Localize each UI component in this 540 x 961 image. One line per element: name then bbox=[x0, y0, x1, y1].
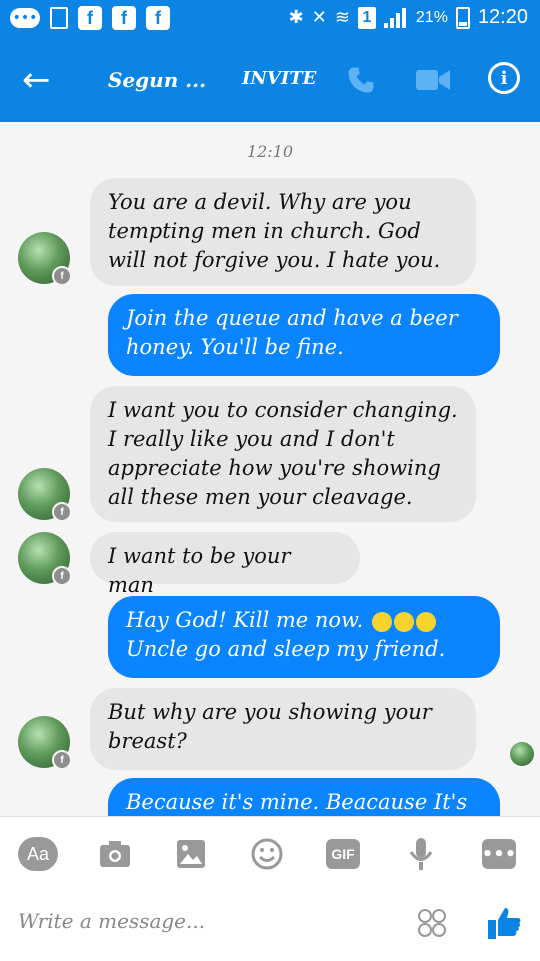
camera-icon[interactable] bbox=[98, 837, 132, 871]
composer: Aa GIF ••• Write a message... bbox=[0, 816, 540, 961]
image-icon[interactable] bbox=[176, 839, 206, 869]
battery-icon bbox=[455, 6, 470, 29]
conversation-header: ← Segun ... INVITE i bbox=[0, 38, 540, 122]
avatar[interactable]: f bbox=[18, 232, 72, 286]
sim-badge: 1 bbox=[357, 6, 376, 29]
message-text: Hay God! Kill me now. bbox=[126, 608, 364, 632]
facebook-badge-icon: f bbox=[52, 750, 72, 770]
outgoing-message[interactable]: Because it's mine. Beacause It's bbox=[108, 778, 500, 816]
facebook-notification-icon: f bbox=[146, 6, 170, 30]
facebook-badge-icon: f bbox=[52, 266, 72, 286]
download-notification-icon bbox=[50, 7, 68, 29]
incoming-message[interactable]: I want you to consider changing. I reall… bbox=[90, 386, 476, 522]
message-input-row: Write a message... bbox=[0, 905, 540, 945]
facebook-badge-icon: f bbox=[52, 502, 72, 522]
bluetooth-icon: ✱ bbox=[288, 7, 304, 27]
facebook-notification-icon: f bbox=[112, 6, 136, 30]
outgoing-message[interactable]: Join the queue and have a beer honey. Yo… bbox=[108, 294, 500, 376]
contact-name[interactable]: Segun ... bbox=[108, 68, 206, 92]
message-notification-icon: ••• bbox=[10, 8, 40, 28]
message-text: Uncle go and sleep my friend. bbox=[126, 637, 446, 661]
signal-icon bbox=[383, 7, 408, 28]
more-options-button[interactable]: ••• bbox=[482, 839, 516, 869]
timestamp: 12:10 bbox=[246, 142, 294, 161]
smiley-icon[interactable] bbox=[250, 837, 284, 871]
video-camera-icon[interactable] bbox=[416, 68, 450, 92]
battery-percent: 21% bbox=[415, 8, 448, 26]
grinning-sweat-emoji-icon bbox=[415, 611, 436, 632]
clock: 12:20 bbox=[477, 6, 528, 28]
status-bar: ••• f f f ✱ ✕ ≋ 1 21% 12:20 bbox=[0, 0, 540, 38]
text-format-button[interactable]: Aa bbox=[18, 837, 58, 871]
incoming-message[interactable]: You are a devil. Why are you tempting me… bbox=[90, 178, 476, 286]
outgoing-message[interactable]: Hay God! Kill me now. Uncle go and sleep… bbox=[108, 596, 500, 678]
arrow-left-icon[interactable]: ← bbox=[22, 60, 51, 100]
stickers-icon[interactable] bbox=[416, 907, 448, 939]
gif-button[interactable]: GIF bbox=[326, 839, 360, 869]
avatar[interactable]: f bbox=[18, 532, 72, 586]
avatar[interactable]: f bbox=[18, 468, 72, 522]
seen-indicator-avatar bbox=[510, 742, 534, 766]
grinning-sweat-emoji-icon bbox=[393, 611, 414, 632]
facebook-badge-icon: f bbox=[52, 566, 72, 586]
incoming-message[interactable]: But why are you showing your breast? bbox=[90, 688, 476, 770]
facebook-notification-icon: f bbox=[78, 6, 102, 30]
message-list[interactable]: 12:10 You are a devil. Why are you tempt… bbox=[0, 122, 540, 816]
microphone-icon[interactable] bbox=[408, 837, 434, 871]
thumbs-up-icon[interactable] bbox=[486, 905, 522, 941]
info-icon[interactable]: i bbox=[488, 62, 520, 94]
phone-icon[interactable] bbox=[346, 64, 376, 96]
composer-toolbar: Aa GIF ••• bbox=[0, 837, 540, 877]
wifi-icon: ≋ bbox=[334, 7, 350, 27]
message-input[interactable]: Write a message... bbox=[18, 909, 205, 933]
invite-button[interactable]: INVITE bbox=[242, 68, 316, 89]
incoming-message[interactable]: I want to be your man bbox=[90, 532, 360, 597]
avatar[interactable]: f bbox=[18, 716, 72, 770]
mute-icon: ✕ bbox=[311, 7, 327, 27]
grinning-sweat-emoji-icon bbox=[371, 611, 392, 632]
